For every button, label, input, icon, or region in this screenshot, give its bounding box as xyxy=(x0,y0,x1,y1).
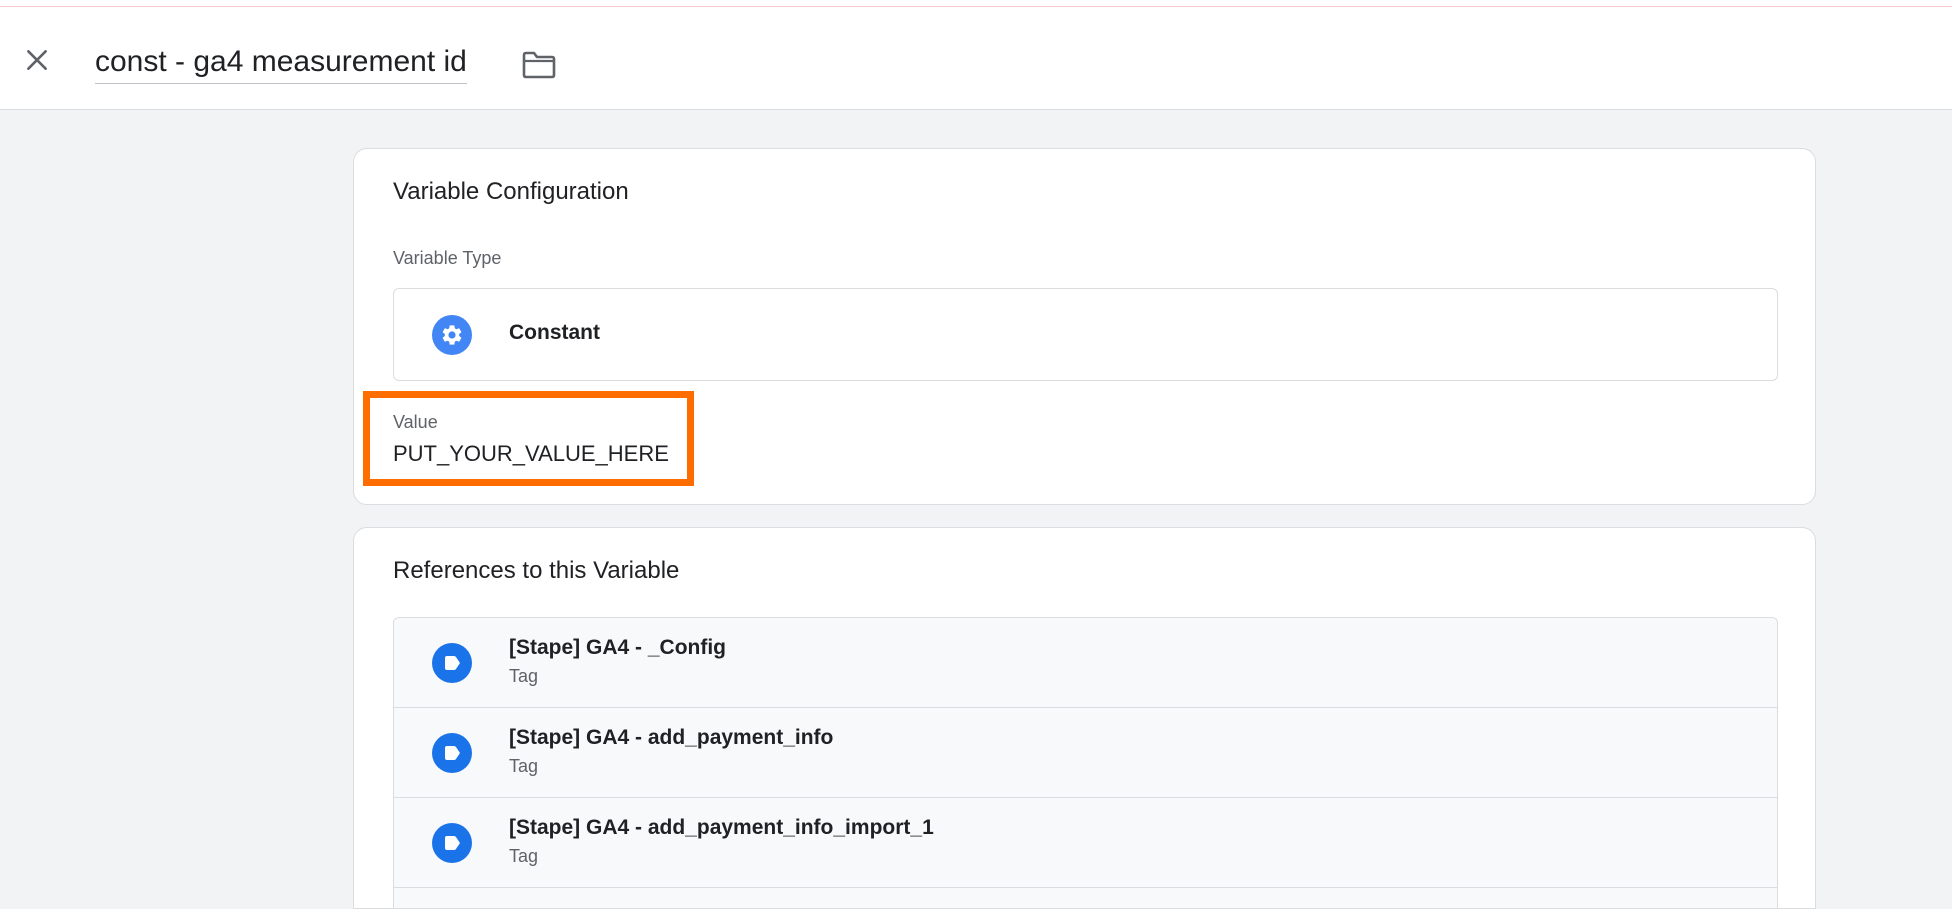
card-title: References to this Variable xyxy=(393,557,680,584)
variable-type-name: Constant xyxy=(509,321,600,344)
list-item[interactable] xyxy=(394,888,1777,908)
variable-name-field[interactable]: const - ga4 measurement id xyxy=(95,37,467,91)
folder-button[interactable] xyxy=(518,45,560,85)
reference-type: Tag xyxy=(509,756,539,776)
value-highlight-box xyxy=(363,391,694,486)
gear-icon xyxy=(432,315,472,355)
value-field[interactable]: PUT_YOUR_VALUE_HERE xyxy=(393,441,669,467)
top-accent-line xyxy=(0,0,1952,7)
folder-icon xyxy=(522,51,556,79)
close-icon xyxy=(27,50,47,70)
value-label: Value xyxy=(393,412,438,432)
variable-type-selector[interactable]: Constant xyxy=(393,288,1778,381)
reference-name: [Stape] GA4 - add_payment_info_import_1 xyxy=(509,816,934,839)
card-title: Variable Configuration xyxy=(393,178,629,205)
tag-icon xyxy=(432,823,472,863)
references-list: [Stape] GA4 - _Config Tag [Stape] GA4 - … xyxy=(393,617,1778,908)
references-card: References to this Variable [Stape] GA4 … xyxy=(353,527,1816,909)
list-item[interactable]: [Stape] GA4 - _Config Tag xyxy=(394,618,1777,708)
variable-type-label: Variable Type xyxy=(393,248,502,268)
reference-name: [Stape] GA4 - add_payment_info xyxy=(509,726,834,749)
list-item[interactable]: [Stape] GA4 - add_payment_info_import_1 … xyxy=(394,798,1777,888)
reference-type: Tag xyxy=(509,846,539,866)
variable-configuration-card: Variable Configuration Variable Type Con… xyxy=(353,148,1816,505)
close-button[interactable] xyxy=(14,37,60,83)
editor-header: const - ga4 measurement id xyxy=(0,7,1952,110)
reference-name: [Stape] GA4 - _Config xyxy=(509,636,727,659)
reference-type: Tag xyxy=(509,666,539,686)
variable-name[interactable]: const - ga4 measurement id xyxy=(95,45,467,84)
tag-icon xyxy=(432,733,472,773)
list-item[interactable]: [Stape] GA4 - add_payment_info Tag xyxy=(394,708,1777,798)
tag-icon xyxy=(432,643,472,683)
